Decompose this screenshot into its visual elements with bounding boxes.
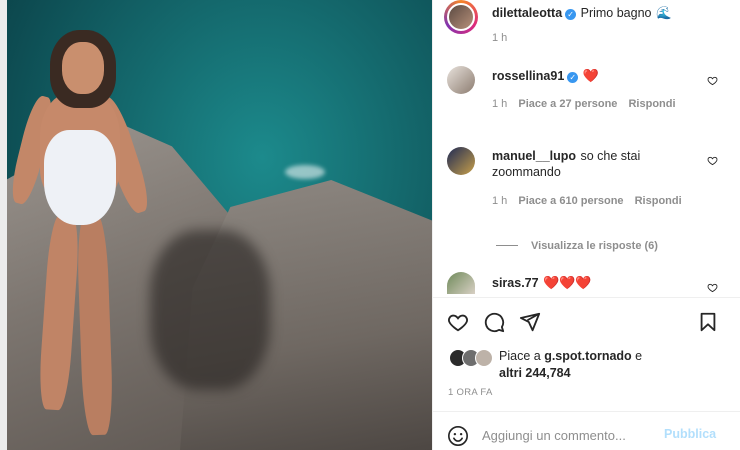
comment-meta: 1 h Piace a 610 persone Rispondi (492, 195, 682, 207)
commenter-username[interactable]: rossellina91 (492, 69, 564, 83)
comment-text: ❤️❤️❤️ (543, 275, 592, 290)
comment-likes-count[interactable]: Piace a 27 persone (518, 98, 617, 110)
divider (432, 297, 740, 298)
reply-button[interactable]: Rispondi (635, 195, 682, 207)
verified-badge-icon: ✓ (567, 72, 579, 83)
post-timestamp[interactable]: 1 ORA FA (448, 387, 493, 398)
publish-button[interactable]: Pubblica (664, 427, 716, 441)
smiley-icon[interactable] (447, 425, 469, 447)
liker-avatar (475, 349, 493, 367)
reply-button[interactable]: Rispondi (628, 98, 675, 110)
heart-outline-icon[interactable] (447, 311, 469, 333)
caption-text: Primo bagno (580, 6, 652, 20)
comment-body: manuel__lupo so che stai zoommando (492, 148, 682, 180)
verified-badge-icon: ✓ (565, 9, 577, 20)
comment-text-line1: so che stai (580, 149, 641, 163)
author-avatar[interactable] (447, 3, 475, 31)
paper-plane-icon[interactable] (519, 311, 541, 333)
view-replies-line (496, 245, 518, 246)
view-replies-button[interactable]: Visualizza le risposte (6) (531, 240, 658, 252)
commenter-avatar[interactable] (447, 66, 475, 94)
person-swimsuit (44, 130, 116, 225)
comment-meta: 1 h Piace a 27 persone Rispondi (492, 98, 676, 110)
comment-likes-count[interactable]: Piace a 610 persone (518, 195, 623, 207)
rock-shadow (150, 230, 270, 390)
commenter-avatar[interactable] (447, 147, 475, 175)
comment-body: siras.77 ❤️❤️❤️ (492, 274, 592, 292)
commenter-avatar[interactable] (447, 272, 475, 294)
comment-like-heart-icon[interactable] (707, 155, 718, 166)
likes-summary: Piace a g.spot.tornado e altri 244,784 (499, 348, 679, 382)
caption-time[interactable]: 1 h (492, 32, 507, 44)
divider (432, 411, 740, 412)
person-face (62, 42, 104, 94)
comment-time[interactable]: 1 h (492, 195, 507, 207)
comment-like-heart-icon[interactable] (707, 282, 718, 293)
comment-like-heart-icon[interactable] (707, 75, 718, 86)
comment-input[interactable] (482, 426, 652, 444)
commenter-username[interactable]: siras.77 (492, 276, 539, 290)
commenter-username[interactable]: manuel__lupo (492, 149, 576, 163)
liker-username[interactable]: g.spot.tornado (544, 349, 632, 363)
comment-text: ❤️ (582, 68, 599, 83)
likes-prefix: Piace a (499, 349, 541, 363)
comment-text-line2: zoommando (492, 165, 561, 179)
liker-avatars[interactable] (449, 349, 495, 367)
post-photo[interactable] (0, 0, 432, 450)
likes-others[interactable]: altri 244,784 (499, 366, 571, 380)
comment-bubble-icon[interactable] (483, 311, 505, 333)
wave-foam (285, 165, 325, 179)
wave-emoji-icon: 🌊 (655, 6, 672, 20)
likes-suffix: e (635, 349, 643, 363)
comment-time[interactable]: 1 h (492, 98, 507, 110)
bookmark-icon[interactable] (697, 311, 719, 333)
comment-body: rossellina91 ✓ ❤️ (492, 67, 599, 85)
caption: dilettaleotta ✓ Primo bagno 🌊 (492, 4, 672, 22)
photo-left-edge (0, 0, 7, 450)
author-username[interactable]: dilettaleotta (492, 6, 562, 20)
